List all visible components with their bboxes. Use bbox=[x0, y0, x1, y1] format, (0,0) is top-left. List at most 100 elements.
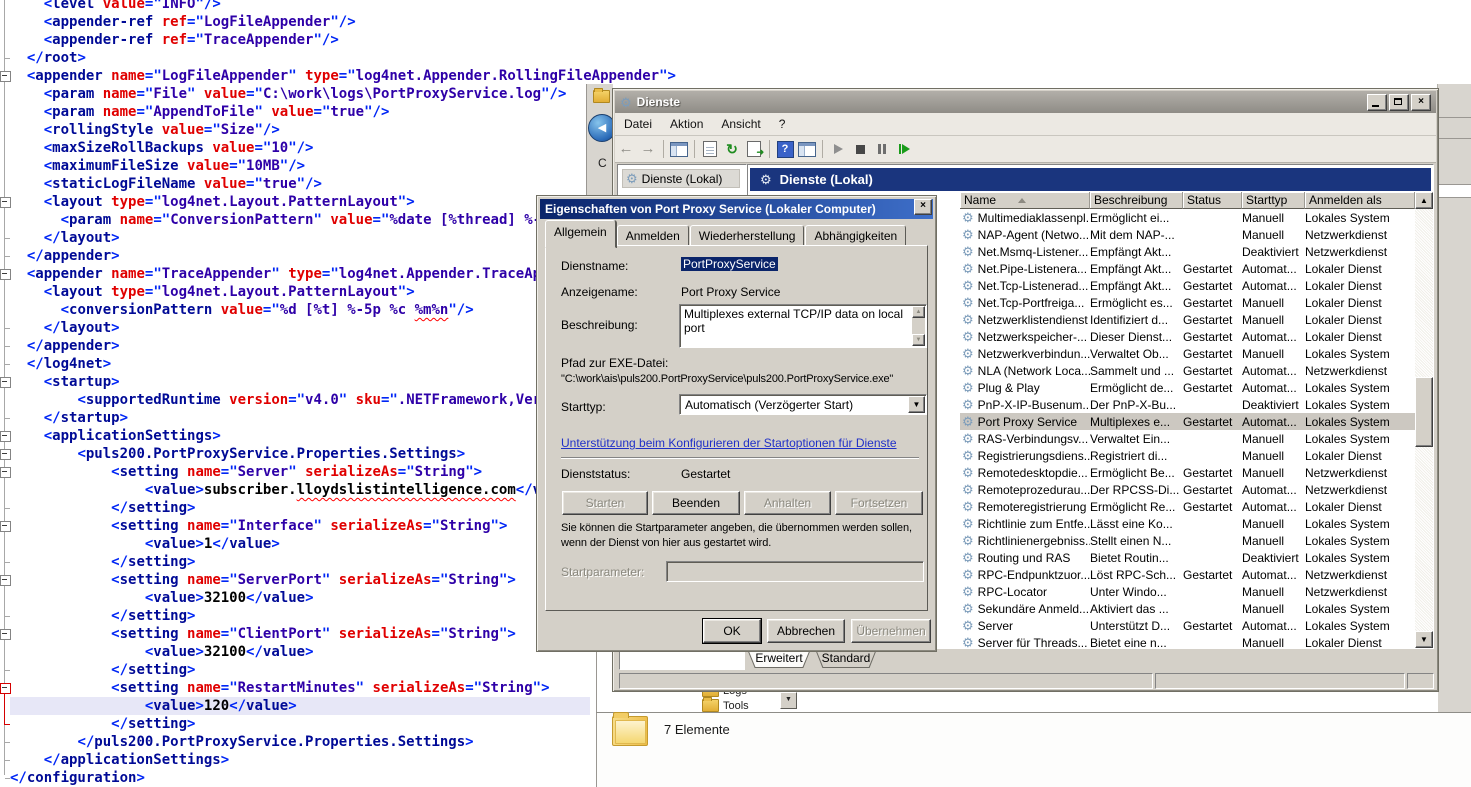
abbrechen-button[interactable]: Abbrechen bbox=[767, 619, 845, 643]
code-line[interactable]: <appender-ref ref="LogFileAppender"/> bbox=[10, 13, 676, 31]
dialog-titlebar[interactable]: Eigenschaften von Port Proxy Service (Lo… bbox=[540, 199, 933, 219]
code-line[interactable]: </puls200.PortProxyService.Properties.Se… bbox=[10, 733, 676, 751]
export-list-icon[interactable] bbox=[744, 140, 764, 158]
table-row[interactable]: ⚙Routing und RASBietet Routin...Deaktivi… bbox=[960, 549, 1415, 566]
chevron-down-icon[interactable]: ▼ bbox=[908, 396, 925, 413]
tab-page-allgemein bbox=[545, 245, 928, 611]
code-line[interactable]: </setting> bbox=[10, 715, 676, 733]
table-row[interactable]: ⚙Server für Threads...Bietet eine n...Ma… bbox=[960, 634, 1415, 648]
starttyp-combobox[interactable]: Automatisch (Verzögerter Start) ▼ bbox=[679, 394, 927, 415]
column-header-name[interactable]: Name bbox=[960, 192, 1090, 209]
scroll-down-button[interactable]: ▼ bbox=[1415, 631, 1433, 648]
menu-item-aktion[interactable]: Aktion bbox=[661, 117, 712, 131]
pause-service-icon[interactable] bbox=[872, 140, 892, 158]
table-row[interactable]: ⚙Remoteprozedurau...Der RPCSS-Di...Gesta… bbox=[960, 481, 1415, 498]
code-line[interactable]: <setting name="RestartMinutes" serialize… bbox=[10, 679, 676, 697]
scroll-down-button[interactable]: ▼ bbox=[912, 334, 925, 346]
code-line[interactable]: </setting> bbox=[10, 661, 676, 679]
table-row[interactable]: ⚙Net.Tcp-Listenerad...Empfängt Akt...Ges… bbox=[960, 277, 1415, 294]
table-row[interactable]: ⚙NAP-Agent (Netwo...Mit dem NAP-...Manue… bbox=[960, 226, 1415, 243]
tree-item-dienste-lokal[interactable]: ⚙ Dienste (Lokal) bbox=[622, 169, 740, 188]
table-row[interactable]: ⚙NLA (Network Loca...Sammelt und ...Gest… bbox=[960, 362, 1415, 379]
table-row[interactable]: ⚙RPC-LocatorUnter Windo...ManuellNetzwer… bbox=[960, 583, 1415, 600]
table-row[interactable]: ⚙PnP-X-IP-Busenum...Der PnP-X-Bu...Deakt… bbox=[960, 396, 1415, 413]
column-header-beschreibung[interactable]: Beschreibung bbox=[1090, 192, 1183, 209]
table-row[interactable]: ⚙Richtlinienergebniss...Stellt einen N..… bbox=[960, 532, 1415, 549]
table-row[interactable]: ⚙Net.Pipe-Listenera...Empfängt Akt...Ges… bbox=[960, 260, 1415, 277]
menu-item-ansicht[interactable]: Ansicht bbox=[712, 117, 769, 131]
table-row[interactable]: ⚙RemoteregistrierungErmöglicht Re...Gest… bbox=[960, 498, 1415, 515]
table-row[interactable]: ⚙Net.Msmq-Listener...Empfängt Akt...Deak… bbox=[960, 243, 1415, 260]
services-titlebar[interactable]: ⚙ Dienste × bbox=[615, 91, 1436, 113]
table-row[interactable]: ⚙Netzwerkverbindun...Verwaltet Ob...Gest… bbox=[960, 345, 1415, 362]
service-logonas: Netzwerkdienst bbox=[1305, 568, 1415, 582]
table-row[interactable]: ⚙Plug & PlayErmöglicht de...GestartetAut… bbox=[960, 379, 1415, 396]
stop-service-icon[interactable] bbox=[850, 140, 870, 158]
code-line[interactable]: </configuration> bbox=[10, 769, 676, 787]
code-line[interactable]: </root> bbox=[10, 49, 676, 67]
table-row[interactable]: ⚙Sekundäre Anmeld...Aktiviert das ...Man… bbox=[960, 600, 1415, 617]
code-line[interactable]: <level value="INFO"/> bbox=[10, 0, 676, 13]
code-line[interactable]: <maximumFileSize value="10MB"/> bbox=[10, 157, 676, 175]
column-header-starttyp[interactable]: Starttyp bbox=[1242, 192, 1305, 209]
table-row[interactable]: ⚙Remotedesktopdie...Ermöglicht Be...Gest… bbox=[960, 464, 1415, 481]
scroll-up-button[interactable]: ▲ bbox=[1415, 192, 1433, 209]
forward-icon[interactable]: → bbox=[638, 140, 658, 158]
beschreibung-textbox[interactable]: Multiplexes external TCP/IP data on loca… bbox=[679, 304, 927, 348]
code-line[interactable]: </applicationSettings> bbox=[10, 751, 676, 769]
table-row[interactable]: ⚙Richtlinie zum Entfe...Lässt eine Ko...… bbox=[960, 515, 1415, 532]
console-tree-icon[interactable] bbox=[669, 140, 689, 158]
code-line[interactable]: <appender-ref ref="TraceAppender"/> bbox=[10, 31, 676, 49]
code-line[interactable]: <param name="File" value="C:\work\logs\P… bbox=[10, 85, 676, 103]
ok-button[interactable]: OK bbox=[703, 619, 761, 643]
starten-button[interactable]: Starten bbox=[562, 491, 648, 515]
code-line[interactable]: <maxSizeRollBackups value="10"/> bbox=[10, 139, 676, 157]
menu-item-datei[interactable]: Datei bbox=[615, 117, 661, 131]
startparameter-input[interactable] bbox=[666, 561, 924, 582]
bernehmen-button[interactable]: Übernehmen bbox=[851, 619, 931, 643]
startoptions-help-link[interactable]: Unterstützung beim Konfigurieren der Sta… bbox=[561, 436, 897, 450]
refresh-icon[interactable]: ↻ bbox=[722, 140, 742, 158]
beenden-button[interactable]: Beenden bbox=[652, 491, 740, 515]
table-row[interactable]: ⚙RAS-Verbindungsv...Verwaltet Ein...Manu… bbox=[960, 430, 1415, 447]
new-window-icon[interactable] bbox=[797, 140, 817, 158]
column-header-anmeldenals[interactable]: Anmelden als bbox=[1305, 192, 1415, 209]
properties-icon[interactable] bbox=[700, 140, 720, 158]
service-name: Routing und RAS bbox=[978, 551, 1071, 565]
minimize-button[interactable] bbox=[1367, 94, 1387, 111]
code-line[interactable]: <appender name="LogFileAppender" type="l… bbox=[10, 67, 676, 85]
table-row[interactable]: ⚙Registrierungsdiens...Registriert di...… bbox=[960, 447, 1415, 464]
code-line[interactable]: <param name="AppendToFile" value="true"/… bbox=[10, 103, 676, 121]
dienstname-value[interactable]: PortProxyService bbox=[681, 257, 778, 271]
service-name: NLA (Network Loca... bbox=[978, 364, 1090, 378]
table-row[interactable]: ⚙Net.Tcp-Portfreiga...Ermöglicht es...Ge… bbox=[960, 294, 1415, 311]
dropdown-arrow-button[interactable]: ▼ bbox=[780, 692, 797, 709]
vertical-scrollbar[interactable]: ▲ ▼ bbox=[1415, 192, 1433, 648]
column-header-status[interactable]: Status bbox=[1183, 192, 1242, 209]
close-icon[interactable]: × bbox=[914, 199, 932, 215]
code-line[interactable]: <value>120</value> bbox=[10, 697, 590, 715]
help-icon[interactable]: ? bbox=[775, 140, 795, 158]
maximize-button[interactable] bbox=[1389, 94, 1409, 111]
start-service-icon[interactable] bbox=[828, 140, 848, 158]
code-line[interactable]: <staticLogFileName value="true"/> bbox=[10, 175, 676, 193]
code-line[interactable]: <rollingStyle value="Size"/> bbox=[10, 121, 676, 139]
service-gear-icon: ⚙ bbox=[962, 483, 974, 496]
tab-allgemein[interactable]: Allgemein bbox=[545, 220, 616, 248]
fortsetzen-button[interactable]: Fortsetzen bbox=[835, 491, 923, 515]
back-icon[interactable]: ← bbox=[616, 140, 636, 158]
table-row[interactable]: ⚙NetzwerklistendienstIdentifiziert d...G… bbox=[960, 311, 1415, 328]
textbox-scrollbar[interactable]: ▲ ▼ bbox=[912, 306, 925, 346]
anhalten-button[interactable]: Anhalten bbox=[744, 491, 831, 515]
table-row[interactable]: ⚙Port Proxy ServiceMultiplexes e...Gesta… bbox=[960, 413, 1415, 430]
menu-item-?[interactable]: ? bbox=[770, 117, 795, 131]
scroll-up-button[interactable]: ▲ bbox=[912, 306, 925, 318]
table-row[interactable]: ⚙Multimediaklassenpl...Ermöglicht ei...M… bbox=[960, 209, 1415, 226]
table-row[interactable]: ⚙Netzwerkspeicher-...Dieser Dienst...Ges… bbox=[960, 328, 1415, 345]
table-row[interactable]: ⚙ServerUnterstützt D...GestartetAutomat.… bbox=[960, 617, 1415, 634]
close-button[interactable]: × bbox=[1411, 94, 1431, 111]
list-item[interactable]: Tools bbox=[702, 699, 749, 712]
scrollbar-thumb[interactable] bbox=[1415, 377, 1433, 447]
tree-item-label: Dienste (Lokal) bbox=[642, 172, 723, 186]
table-row[interactable]: ⚙RPC-Endpunktzuor...Löst RPC-Sch...Gesta… bbox=[960, 566, 1415, 583]
